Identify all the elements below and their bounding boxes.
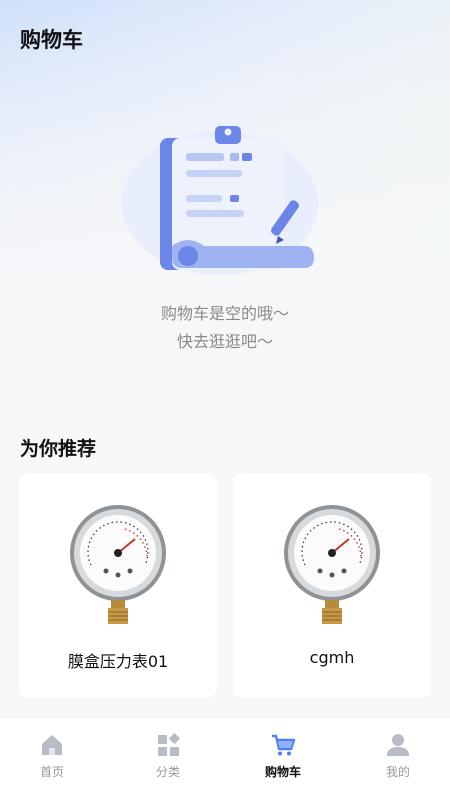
- pressure-gauge-image: [284, 505, 380, 624]
- user-icon: [387, 734, 409, 756]
- tab-cart-label: 购物车: [264, 765, 301, 779]
- tab-category[interactable]: 分类: [128, 732, 208, 780]
- cart-icon: [272, 734, 296, 756]
- tab-category-label: 分类: [155, 765, 180, 779]
- product-name: cgmh: [309, 648, 355, 667]
- clipboard-illustration: [122, 126, 318, 275]
- tab-home[interactable]: 首页: [12, 732, 92, 780]
- empty-cart-message: 购物车是空的哦～: [160, 304, 289, 323]
- product-name: 膜盒压力表01: [67, 652, 169, 671]
- pressure-gauge-image: [70, 505, 166, 624]
- category-icon: [158, 732, 181, 756]
- home-icon: [42, 735, 62, 755]
- recommend-title: 为你推荐: [20, 438, 97, 460]
- tab-home-label: 首页: [39, 765, 64, 779]
- product-card[interactable]: cgmh: [233, 473, 431, 698]
- bottom-tab-bar: 首页 分类 购物车 我的: [0, 717, 450, 800]
- tab-mine[interactable]: 我的: [358, 732, 438, 780]
- empty-cart-hint: 快去逛逛吧～: [176, 332, 273, 351]
- tab-mine-label: 我的: [385, 765, 410, 779]
- tab-cart[interactable]: 购物车: [243, 732, 323, 780]
- product-card[interactable]: 膜盒压力表01: [19, 473, 217, 698]
- page-title: 购物车: [20, 28, 83, 52]
